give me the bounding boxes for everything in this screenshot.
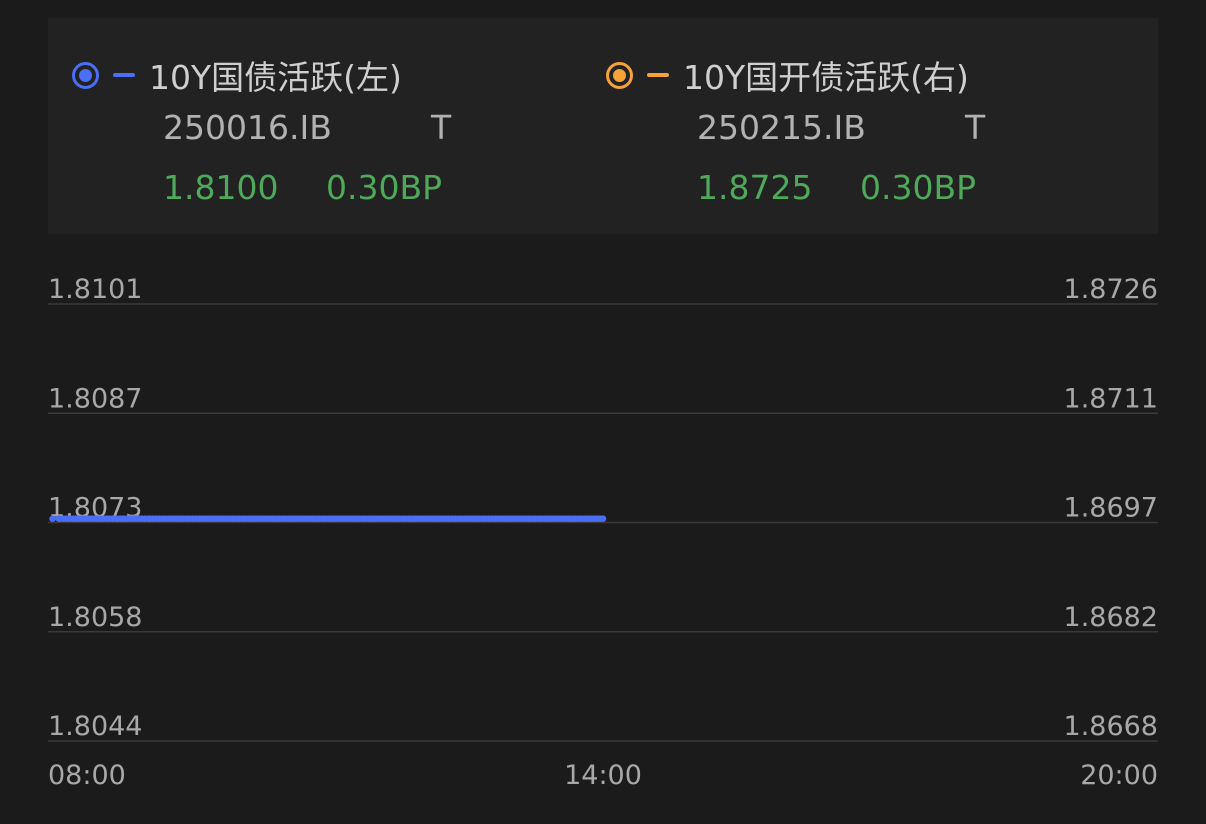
y-right-tick-label: 1.8726 xyxy=(1064,274,1158,305)
y-left-tick-label: 1.8058 xyxy=(48,602,142,633)
x-tick-label: 08:00 xyxy=(48,760,126,791)
data-point xyxy=(599,515,607,522)
x-tick-label: 20:00 xyxy=(1080,760,1158,791)
x-tick-label: 14:00 xyxy=(564,760,642,791)
line-chart[interactable]: 1.8101 1.87261.8087 1.87111.8073 1.86971.80… xyxy=(0,0,1206,824)
y-left-tick-label: 1.8044 xyxy=(48,711,142,742)
y-right-tick-label: 1.8697 xyxy=(1064,493,1158,524)
y-left-tick-label: 1.8101 xyxy=(48,274,142,305)
y-right-tick-label: 1.8682 xyxy=(1064,602,1158,633)
data-point xyxy=(49,515,56,522)
y-right-tick-label: 1.8668 xyxy=(1064,711,1158,742)
y-left-tick-label: 1.8087 xyxy=(48,383,142,414)
y-right-tick-label: 1.8711 xyxy=(1064,383,1158,414)
